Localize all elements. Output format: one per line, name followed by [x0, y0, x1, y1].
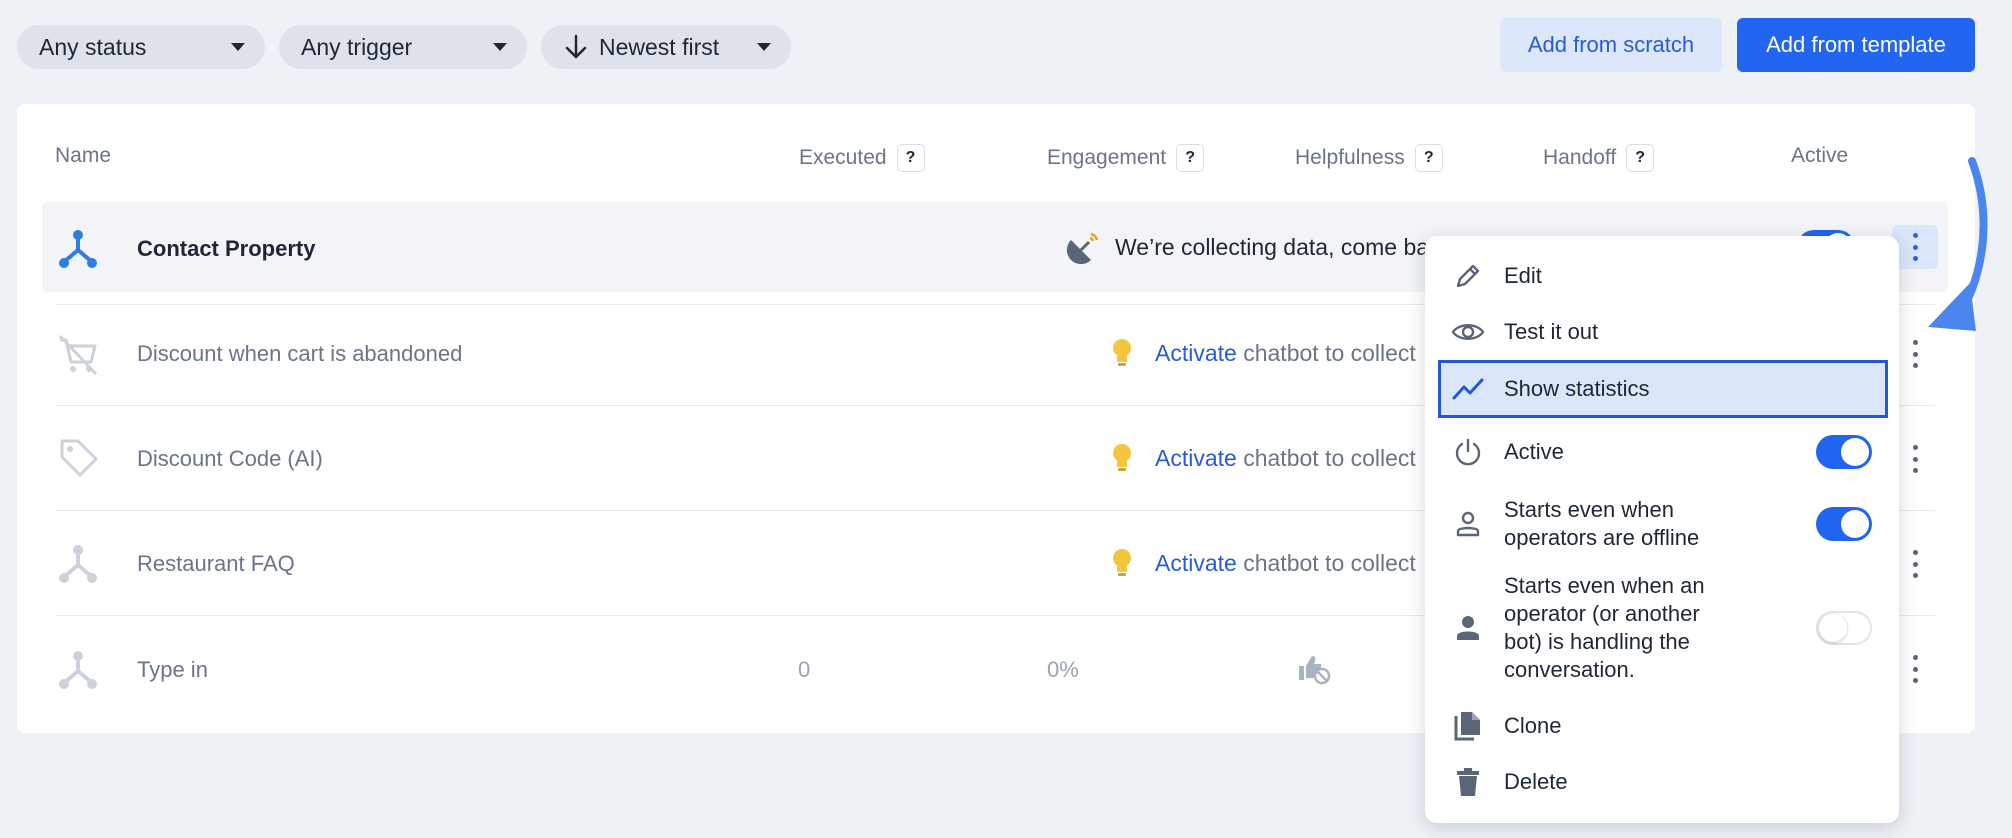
offline-start-toggle[interactable] [1816, 507, 1872, 541]
thumbs-up-disabled-icon [1299, 656, 1331, 685]
engagement-text: chatbot to collect [1243, 340, 1416, 366]
trash-icon [1451, 765, 1485, 799]
column-header-helpfulness: Helpfulness? [1295, 144, 1443, 172]
satellite-dish-icon [1066, 232, 1099, 265]
trigger-filter-label: Any trigger [301, 33, 413, 60]
arrow-down-icon [565, 34, 587, 59]
engagement-text: chatbot to collect [1243, 445, 1416, 471]
more-vertical-icon[interactable] [1911, 340, 1919, 368]
engagement-text: chatbot to collect [1243, 550, 1416, 576]
sort-filter-label: Newest first [599, 33, 720, 60]
help-badge[interactable]: ? [1176, 144, 1205, 172]
copy-icon [1451, 709, 1485, 743]
activate-link[interactable]: Activate [1155, 340, 1237, 366]
menu-item-edit[interactable]: Edit [1425, 254, 1899, 298]
person-outline-icon [1451, 507, 1485, 541]
row-name[interactable]: Restaurant FAQ [137, 551, 295, 577]
engagement-cta: Activate chatbot to collect [1155, 550, 1416, 577]
column-header-executed: Executed? [799, 144, 925, 172]
row-name[interactable]: Type in [137, 657, 208, 683]
trend-icon [1451, 372, 1485, 406]
menu-item-starts-when-offline[interactable]: Starts even when operators are offline [1425, 490, 1899, 558]
arrow-annotation-icon [1928, 157, 1988, 331]
add-from-scratch-label: Add from scratch [1527, 32, 1695, 57]
engagement-value: 0% [1047, 657, 1079, 682]
lightbulb-icon [1113, 339, 1131, 366]
column-header-engagement: Engagement? [1047, 144, 1205, 172]
lightbulb-icon [1113, 549, 1131, 576]
help-badge[interactable]: ? [1626, 144, 1655, 172]
tag-icon [60, 439, 98, 477]
status-filter[interactable]: Any status [17, 25, 265, 69]
active-toggle[interactable] [1816, 435, 1872, 469]
more-vertical-icon [1911, 233, 1919, 261]
add-from-scratch-button[interactable]: Add from scratch [1500, 18, 1722, 72]
row-name[interactable]: Discount Code (AI) [137, 446, 323, 472]
menu-item-test[interactable]: Test it out [1425, 310, 1899, 354]
engagement-status: We’re collecting data, come ba [1115, 234, 1430, 260]
caret-down-icon [493, 43, 507, 51]
menu-item-delete[interactable]: Delete [1425, 760, 1899, 804]
more-vertical-icon[interactable] [1911, 655, 1919, 683]
menu-item-active[interactable]: Active [1425, 426, 1899, 478]
row-context-menu: Edit Test it out Show statistics Active … [1425, 236, 1899, 823]
caret-down-icon [231, 43, 245, 51]
menu-item-starts-when-handled[interactable]: Starts even when an operator (or another… [1425, 570, 1899, 686]
activate-link[interactable]: Activate [1155, 550, 1237, 576]
activate-link[interactable]: Activate [1155, 445, 1237, 471]
add-from-template-label: Add from template [1766, 32, 1946, 57]
more-vertical-icon[interactable] [1911, 445, 1919, 473]
executed-count: 0 [798, 657, 811, 682]
engagement-cta: Activate chatbot to collect [1155, 340, 1416, 367]
power-icon [1451, 435, 1485, 469]
menu-item-clone[interactable]: Clone [1425, 704, 1899, 748]
row-name[interactable]: Contact Property [137, 236, 315, 262]
eye-icon [1451, 315, 1485, 349]
help-badge[interactable]: ? [1414, 144, 1443, 172]
cart-off-icon [58, 334, 98, 376]
status-filter-label: Any status [39, 33, 147, 60]
column-header-name: Name [55, 144, 112, 167]
flow-icon [59, 230, 97, 268]
flow-icon [59, 651, 97, 689]
person-filled-icon [1451, 611, 1485, 645]
handled-start-toggle[interactable] [1816, 611, 1872, 645]
lightbulb-icon [1113, 444, 1131, 471]
add-from-template-button[interactable]: Add from template [1737, 18, 1975, 72]
trigger-filter[interactable]: Any trigger [279, 25, 527, 69]
caret-down-icon [757, 43, 771, 51]
help-badge[interactable]: ? [896, 144, 925, 172]
column-header-active: Active [1791, 144, 1849, 167]
sort-filter[interactable]: Newest first [541, 25, 791, 69]
flow-icon [59, 545, 97, 583]
column-header-handoff: Handoff? [1543, 144, 1655, 172]
pencil-icon [1451, 259, 1485, 293]
more-vertical-icon[interactable] [1911, 550, 1919, 578]
menu-item-show-statistics[interactable]: Show statistics [1438, 360, 1888, 418]
engagement-cta: Activate chatbot to collect [1155, 445, 1416, 472]
row-name[interactable]: Discount when cart is abandoned [137, 341, 462, 367]
